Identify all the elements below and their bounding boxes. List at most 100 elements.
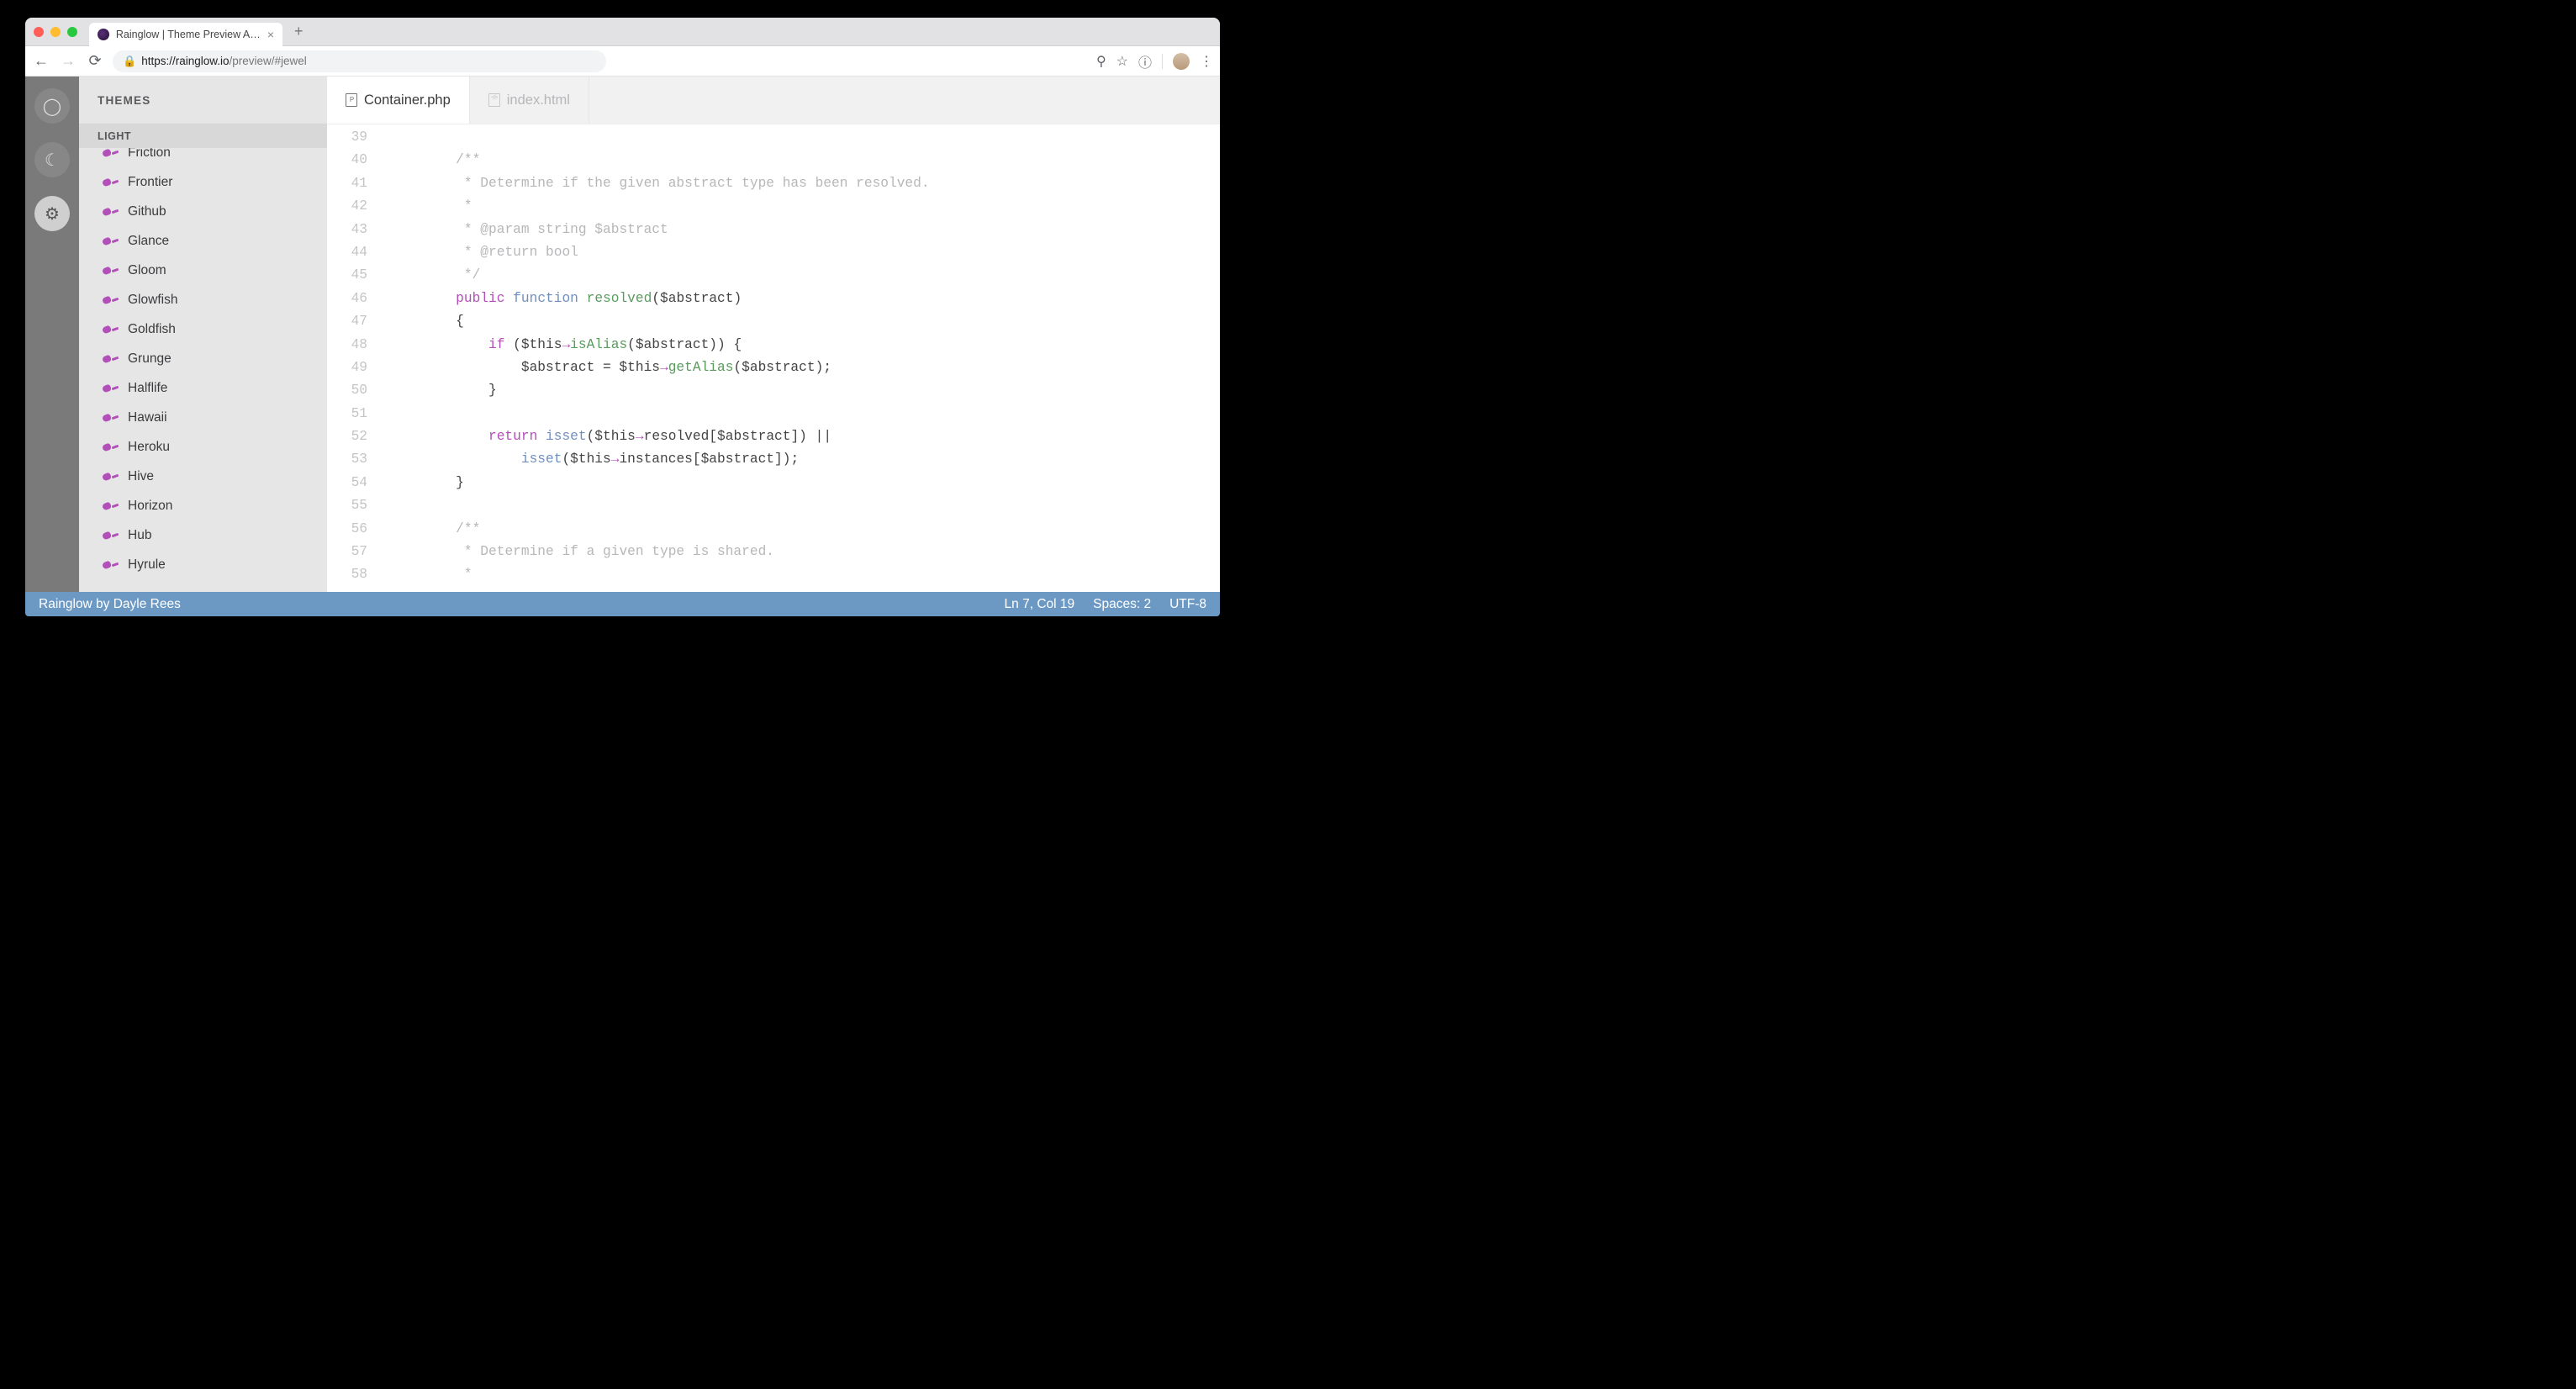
browser-tab[interactable]: Rainglow | Theme Preview App × <box>89 23 282 46</box>
toolbar-right: ⚲ ☆ ⓘ ⋮ <box>1096 51 1213 71</box>
app-content: ◯ ☾ ⚙ THEMES LIGHT Friction Frontier Githu… <box>25 77 1220 599</box>
theme-item[interactable]: Friction <box>79 148 327 167</box>
brush-icon <box>103 383 118 393</box>
new-tab-button[interactable]: + <box>294 23 304 40</box>
theme-item-label: Github <box>128 204 166 219</box>
theme-item-label: Frontier <box>128 175 172 190</box>
status-left: Rainglow by Dayle Rees <box>39 597 181 612</box>
code-line: isset($this→instances[$abstract]); <box>374 448 1220 471</box>
code-line: * Determine if a given type is shared. <box>374 541 1220 563</box>
address-bar: ← → ⟳ 🔒 https://rainglow.io/preview/#jew… <box>25 46 1220 77</box>
status-bar: Rainglow by Dayle Rees Ln 7, Col 19 Spac… <box>25 592 1220 616</box>
rail-light-button[interactable]: ◯ <box>34 88 70 124</box>
code-line: * Determine if the given abstract type h… <box>374 172 1220 195</box>
menu-icon[interactable]: ⋮ <box>1200 53 1213 70</box>
window-controls <box>34 27 77 37</box>
omnibox[interactable]: 🔒 https://rainglow.io/preview/#jewel <box>113 50 606 72</box>
theme-item-label: Grunge <box>128 351 172 367</box>
brush-icon <box>103 148 118 158</box>
sidebar-section-light: LIGHT <box>79 124 327 148</box>
browser-window: Rainglow | Theme Preview App × + ← → ⟳ 🔒… <box>25 18 1220 599</box>
code-line: /** <box>374 518 1220 541</box>
theme-item-label: Glance <box>128 234 169 249</box>
brush-icon <box>103 560 118 570</box>
theme-item[interactable]: Grunge <box>79 344 327 373</box>
rail-settings-button[interactable]: ⚙ <box>34 196 70 231</box>
browser-tab-title: Rainglow | Theme Preview App <box>116 29 261 40</box>
theme-list[interactable]: Friction Frontier Github Glance Gloom Glowfis… <box>79 148 327 599</box>
theme-item[interactable]: Hyrule <box>79 550 327 579</box>
theme-item[interactable]: Hub <box>79 520 327 550</box>
sidebar: THEMES LIGHT Friction Frontier Github Glanc… <box>79 77 327 599</box>
editor-area: Container.php index.html 3940414243444546… <box>327 77 1220 599</box>
lock-icon: 🔒 <box>123 55 136 68</box>
theme-item[interactable]: Horizon <box>79 491 327 520</box>
info-icon[interactable]: ⓘ <box>1138 51 1152 71</box>
editor-tab-label: index.html <box>507 92 570 108</box>
status-cursor-position[interactable]: Ln 7, Col 19 <box>1005 597 1075 612</box>
bookmark-icon[interactable]: ☆ <box>1116 53 1128 70</box>
forward-button[interactable]: → <box>59 52 77 71</box>
theme-item[interactable]: Halflife <box>79 373 327 403</box>
rail-dark-button[interactable]: ☾ <box>34 142 70 177</box>
code-line: public function resolved($abstract) <box>374 288 1220 310</box>
brush-icon <box>103 501 118 511</box>
code-line: return isset($this→resolved[$abstract]) … <box>374 425 1220 448</box>
code-line: /** <box>374 149 1220 172</box>
brush-icon <box>103 413 118 423</box>
brush-icon <box>103 325 118 335</box>
brush-icon <box>103 295 118 305</box>
profile-avatar[interactable] <box>1173 53 1190 70</box>
theme-item[interactable]: Hive <box>79 462 327 491</box>
theme-item-label: Hawaii <box>128 410 167 425</box>
editor-tab[interactable]: Container.php <box>327 77 470 124</box>
theme-item[interactable]: Frontier <box>79 167 327 197</box>
close-window-button[interactable] <box>34 27 44 37</box>
editor-tab[interactable]: index.html <box>470 77 589 124</box>
omnibox-url: https://rainglow.io/preview/#jewel <box>141 55 307 67</box>
tab-close-button[interactable]: × <box>267 28 274 41</box>
theme-item[interactable]: Heroku <box>79 432 327 462</box>
minimize-window-button[interactable] <box>50 27 61 37</box>
activity-rail: ◯ ☾ ⚙ <box>25 77 79 599</box>
html-file-icon <box>488 93 500 107</box>
code-line: { <box>374 310 1220 333</box>
status-encoding[interactable]: UTF-8 <box>1169 597 1206 612</box>
brush-icon <box>103 442 118 452</box>
code-line: */ <box>374 264 1220 287</box>
brush-icon <box>103 472 118 482</box>
theme-item[interactable]: Hawaii <box>79 403 327 432</box>
theme-item-label: Glowfish <box>128 293 177 308</box>
theme-item[interactable]: Goldfish <box>79 314 327 344</box>
code-lines[interactable]: /** * Determine if the given abstract ty… <box>374 124 1220 599</box>
code-line: } <box>374 472 1220 494</box>
theme-item-label: Gloom <box>128 263 166 278</box>
back-button[interactable]: ← <box>32 52 50 71</box>
reload-button[interactable]: ⟳ <box>86 52 104 71</box>
theme-item[interactable]: Glance <box>79 226 327 256</box>
code-line: * <box>374 195 1220 218</box>
code-line: } <box>374 379 1220 402</box>
code-line: * @return bool <box>374 241 1220 264</box>
brush-icon <box>103 207 118 217</box>
theme-item[interactable]: Glowfish <box>79 285 327 314</box>
brush-icon <box>103 354 118 364</box>
theme-item[interactable]: Github <box>79 197 327 226</box>
code-editor[interactable]: 3940414243444546474849505152535455565758… <box>327 124 1220 599</box>
zoom-icon[interactable]: ⚲ <box>1096 53 1106 70</box>
theme-item-label: Halflife <box>128 381 167 396</box>
code-line: * @param string $abstract <box>374 219 1220 241</box>
separator <box>1162 54 1163 69</box>
code-line <box>374 494 1220 517</box>
brush-icon <box>103 531 118 541</box>
status-indent[interactable]: Spaces: 2 <box>1093 597 1151 612</box>
code-line: if ($this→isAlias($abstract)) { <box>374 334 1220 356</box>
maximize-window-button[interactable] <box>67 27 77 37</box>
sidebar-title: THEMES <box>79 77 327 124</box>
theme-item[interactable]: Gloom <box>79 256 327 285</box>
favicon-icon <box>98 29 109 40</box>
brush-icon <box>103 177 118 187</box>
theme-item-label: Hyrule <box>128 557 166 573</box>
code-line <box>374 403 1220 425</box>
theme-item-label: Goldfish <box>128 322 176 337</box>
